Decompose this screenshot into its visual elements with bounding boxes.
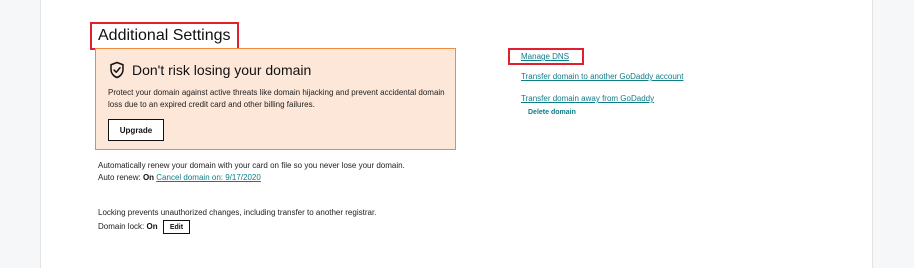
- domain-lock-label: Domain lock:: [98, 222, 145, 232]
- transfer-away-link[interactable]: Transfer domain away from GoDaddy: [521, 94, 654, 104]
- upgrade-button[interactable]: Upgrade: [108, 119, 164, 141]
- delete-domain-link[interactable]: Delete domain: [528, 109, 576, 116]
- domain-lock-row: Domain lock: On Edit: [98, 220, 376, 234]
- domain-lock-description: Locking prevents unauthorized changes, i…: [98, 208, 377, 217]
- auto-renew-description: Automatically renew your domain with you…: [98, 161, 405, 170]
- protection-promo-box: Don't risk losing your domain Protect yo…: [95, 48, 456, 150]
- auto-renew-label: Auto renew:: [98, 173, 141, 182]
- auto-renew-section: Automatically renew your domain with you…: [98, 160, 405, 184]
- promo-title: Don't risk losing your domain: [132, 62, 312, 78]
- cancel-domain-link[interactable]: Cancel domain on: 9/17/2020: [156, 173, 261, 182]
- domain-lock-status: On: [146, 222, 158, 232]
- promo-header: Don't risk losing your domain: [108, 61, 311, 79]
- domain-lock-section: Locking prevents unauthorized changes, i…: [98, 207, 376, 234]
- section-title: Additional Settings: [90, 22, 239, 50]
- edit-domain-lock-button[interactable]: Edit: [162, 220, 191, 234]
- promo-description: Protect your domain against active threa…: [108, 88, 445, 109]
- manage-dns-link[interactable]: Manage DNS: [521, 52, 569, 62]
- auto-renew-status: On: [142, 173, 155, 182]
- transfer-to-account-link[interactable]: Transfer domain to another GoDaddy accou…: [521, 72, 683, 82]
- auto-renew-row: Auto renew: On Cancel domain on: 9/17/20…: [98, 172, 405, 184]
- shield-check-icon: [110, 61, 124, 79]
